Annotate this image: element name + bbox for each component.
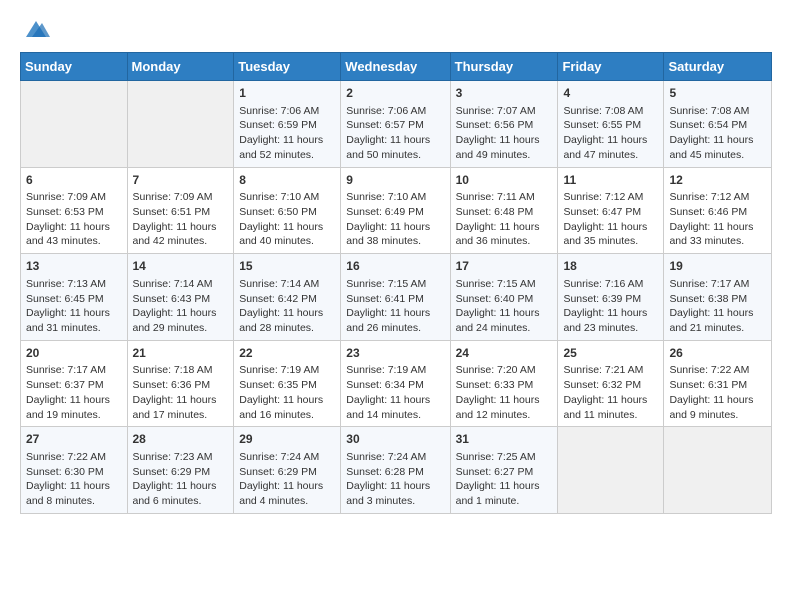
calendar-cell: 2Sunrise: 7:06 AMSunset: 6:57 PMDaylight… [341,81,450,168]
calendar-week-row: 13Sunrise: 7:13 AMSunset: 6:45 PMDayligh… [21,254,772,341]
calendar-week-row: 6Sunrise: 7:09 AMSunset: 6:53 PMDaylight… [21,167,772,254]
day-number: 25 [563,345,658,362]
calendar-cell: 21Sunrise: 7:18 AMSunset: 6:36 PMDayligh… [127,340,234,427]
weekday-header: Saturday [664,53,772,81]
day-number: 11 [563,172,658,189]
calendar-cell [664,427,772,514]
calendar-cell [21,81,128,168]
calendar-cell: 30Sunrise: 7:24 AMSunset: 6:28 PMDayligh… [341,427,450,514]
day-number: 12 [669,172,766,189]
calendar-cell: 24Sunrise: 7:20 AMSunset: 6:33 PMDayligh… [450,340,558,427]
day-number: 27 [26,431,122,448]
calendar-cell: 12Sunrise: 7:12 AMSunset: 6:46 PMDayligh… [664,167,772,254]
calendar-cell: 3Sunrise: 7:07 AMSunset: 6:56 PMDaylight… [450,81,558,168]
day-number: 30 [346,431,444,448]
calendar-cell: 5Sunrise: 7:08 AMSunset: 6:54 PMDaylight… [664,81,772,168]
day-number: 10 [456,172,553,189]
calendar-cell: 15Sunrise: 7:14 AMSunset: 6:42 PMDayligh… [234,254,341,341]
calendar-cell: 18Sunrise: 7:16 AMSunset: 6:39 PMDayligh… [558,254,664,341]
day-number: 17 [456,258,553,275]
calendar-week-row: 27Sunrise: 7:22 AMSunset: 6:30 PMDayligh… [21,427,772,514]
day-number: 31 [456,431,553,448]
logo-icon [22,19,50,39]
weekday-header: Monday [127,53,234,81]
calendar-cell: 6Sunrise: 7:09 AMSunset: 6:53 PMDaylight… [21,167,128,254]
calendar-cell: 19Sunrise: 7:17 AMSunset: 6:38 PMDayligh… [664,254,772,341]
logo-text [20,16,50,42]
calendar-cell [127,81,234,168]
calendar-cell: 16Sunrise: 7:15 AMSunset: 6:41 PMDayligh… [341,254,450,341]
day-number: 22 [239,345,335,362]
day-number: 5 [669,85,766,102]
calendar-cell: 20Sunrise: 7:17 AMSunset: 6:37 PMDayligh… [21,340,128,427]
calendar-cell: 10Sunrise: 7:11 AMSunset: 6:48 PMDayligh… [450,167,558,254]
day-number: 14 [133,258,229,275]
day-number: 4 [563,85,658,102]
day-number: 23 [346,345,444,362]
calendar-cell: 9Sunrise: 7:10 AMSunset: 6:49 PMDaylight… [341,167,450,254]
calendar-cell: 7Sunrise: 7:09 AMSunset: 6:51 PMDaylight… [127,167,234,254]
calendar-cell: 31Sunrise: 7:25 AMSunset: 6:27 PMDayligh… [450,427,558,514]
logo [20,16,50,42]
day-number: 13 [26,258,122,275]
weekday-header: Friday [558,53,664,81]
calendar-cell: 27Sunrise: 7:22 AMSunset: 6:30 PMDayligh… [21,427,128,514]
calendar-cell: 4Sunrise: 7:08 AMSunset: 6:55 PMDaylight… [558,81,664,168]
day-number: 3 [456,85,553,102]
day-number: 18 [563,258,658,275]
day-number: 15 [239,258,335,275]
calendar-table: SundayMondayTuesdayWednesdayThursdayFrid… [20,52,772,514]
calendar-week-row: 1Sunrise: 7:06 AMSunset: 6:59 PMDaylight… [21,81,772,168]
weekday-header: Thursday [450,53,558,81]
day-number: 24 [456,345,553,362]
calendar-cell: 14Sunrise: 7:14 AMSunset: 6:43 PMDayligh… [127,254,234,341]
weekday-header: Tuesday [234,53,341,81]
day-number: 2 [346,85,444,102]
calendar-cell: 1Sunrise: 7:06 AMSunset: 6:59 PMDaylight… [234,81,341,168]
day-number: 28 [133,431,229,448]
calendar-cell: 23Sunrise: 7:19 AMSunset: 6:34 PMDayligh… [341,340,450,427]
weekday-header: Wednesday [341,53,450,81]
calendar-cell: 28Sunrise: 7:23 AMSunset: 6:29 PMDayligh… [127,427,234,514]
calendar-cell: 26Sunrise: 7:22 AMSunset: 6:31 PMDayligh… [664,340,772,427]
day-number: 8 [239,172,335,189]
day-number: 9 [346,172,444,189]
day-number: 19 [669,258,766,275]
calendar-cell: 17Sunrise: 7:15 AMSunset: 6:40 PMDayligh… [450,254,558,341]
calendar-cell: 22Sunrise: 7:19 AMSunset: 6:35 PMDayligh… [234,340,341,427]
day-number: 21 [133,345,229,362]
calendar-cell: 11Sunrise: 7:12 AMSunset: 6:47 PMDayligh… [558,167,664,254]
day-number: 16 [346,258,444,275]
day-number: 6 [26,172,122,189]
day-number: 7 [133,172,229,189]
calendar-cell [558,427,664,514]
calendar-header-row: SundayMondayTuesdayWednesdayThursdayFrid… [21,53,772,81]
calendar-cell: 29Sunrise: 7:24 AMSunset: 6:29 PMDayligh… [234,427,341,514]
day-number: 29 [239,431,335,448]
day-number: 1 [239,85,335,102]
calendar-week-row: 20Sunrise: 7:17 AMSunset: 6:37 PMDayligh… [21,340,772,427]
calendar-cell: 25Sunrise: 7:21 AMSunset: 6:32 PMDayligh… [558,340,664,427]
calendar-cell: 13Sunrise: 7:13 AMSunset: 6:45 PMDayligh… [21,254,128,341]
day-number: 26 [669,345,766,362]
calendar-cell: 8Sunrise: 7:10 AMSunset: 6:50 PMDaylight… [234,167,341,254]
weekday-header: Sunday [21,53,128,81]
header [20,16,772,42]
day-number: 20 [26,345,122,362]
page: SundayMondayTuesdayWednesdayThursdayFrid… [0,0,792,530]
